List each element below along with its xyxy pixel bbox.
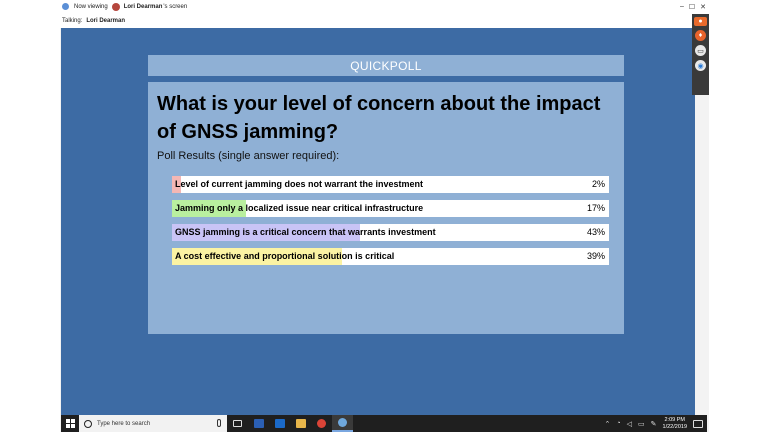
wifi-icon[interactable]: ◔ <box>616 420 620 427</box>
chevron-up-icon[interactable]: ⌃ <box>605 420 611 428</box>
maximize-button[interactable]: ☐ <box>689 3 695 11</box>
talking-name: Lori Dearman <box>86 17 126 24</box>
cortana-icon <box>84 419 92 428</box>
poll-result-percent: 2% <box>591 179 605 189</box>
side-toolbar: ● ♦ ▭ ◉ <box>692 14 709 95</box>
taskbar: Type here to search ⌃ ◔ ◁ ▭ ✎ 2:09 PM 1/… <box>61 415 707 432</box>
microphone-icon[interactable] <box>217 419 221 427</box>
poll-result-label: A cost effective and proportional soluti… <box>175 251 395 261</box>
title-bar: Now viewing Lori Dearman 's screen – ☐ ✕ <box>60 0 709 13</box>
search-placeholder: Type here to search <box>97 420 151 427</box>
poll-result-percent: 17% <box>586 203 605 213</box>
poll-subtitle: Poll Results (single answer required): <box>157 150 340 162</box>
poll-panel: What is your level of concern about the … <box>148 82 624 334</box>
talking-bar: Talking: Lori Dearman <box>60 13 709 28</box>
screen-suffix: 's screen <box>163 3 188 10</box>
poll-result-row: Jamming only a localized issue near crit… <box>172 200 609 217</box>
battery-icon[interactable]: ▭ <box>638 420 645 428</box>
clock-time: 2:09 PM <box>664 416 685 423</box>
word-icon[interactable] <box>248 415 269 432</box>
presenter-name: Lori Dearman <box>123 3 163 10</box>
poll-result-label: GNSS jamming is a critical concern that … <box>175 227 436 237</box>
windows-logo-icon <box>65 419 75 428</box>
volume-icon[interactable]: ◁ <box>627 420 632 428</box>
talking-label: Talking: <box>62 17 83 24</box>
microphone-icon[interactable]: ♦ <box>695 30 706 41</box>
app-logo-icon <box>62 3 69 10</box>
webcam-icon[interactable]: ◉ <box>695 60 706 71</box>
poll-result-row: Level of current jamming does not warran… <box>172 176 609 193</box>
chrome-icon[interactable] <box>311 415 332 432</box>
minimize-button[interactable]: – <box>680 3 684 10</box>
taskbar-search[interactable]: Type here to search <box>79 415 227 432</box>
pen-icon[interactable]: ✎ <box>651 420 657 428</box>
notification-icon[interactable] <box>693 419 703 428</box>
meeting-app-icon[interactable] <box>332 415 353 432</box>
close-button[interactable]: ✕ <box>700 3 706 11</box>
record-icon[interactable]: ● <box>694 17 707 26</box>
poll-result-label: Jamming only a localized issue near crit… <box>175 203 424 213</box>
poll-question: What is your level of concern about the … <box>157 93 601 143</box>
poll-result-percent: 39% <box>586 251 605 261</box>
poll-result-row: A cost effective and proportional soluti… <box>172 248 609 265</box>
viewing-label: Now viewing <box>74 3 108 10</box>
poll-result-row: GNSS jamming is a critical concern that … <box>172 224 609 241</box>
window-controls: – ☐ ✕ <box>680 0 706 13</box>
file-explorer-icon[interactable] <box>290 415 311 432</box>
poll-header: QUICKPOLL <box>148 55 624 76</box>
poll-result-label: Level of current jamming does not warran… <box>175 179 424 189</box>
clock-date: 1/22/2019 <box>662 423 687 430</box>
presenter-avatar <box>111 2 120 11</box>
poll-result-percent: 43% <box>586 227 605 237</box>
screen-icon[interactable]: ▭ <box>695 45 706 56</box>
system-tray: ⌃ ◔ ◁ ▭ ✎ 2:09 PM 1/22/2019 <box>605 415 707 432</box>
task-view-icon[interactable] <box>227 415 248 432</box>
outlook-icon[interactable] <box>269 415 290 432</box>
clock[interactable]: 2:09 PM 1/22/2019 <box>663 417 687 431</box>
start-button[interactable] <box>61 415 79 432</box>
